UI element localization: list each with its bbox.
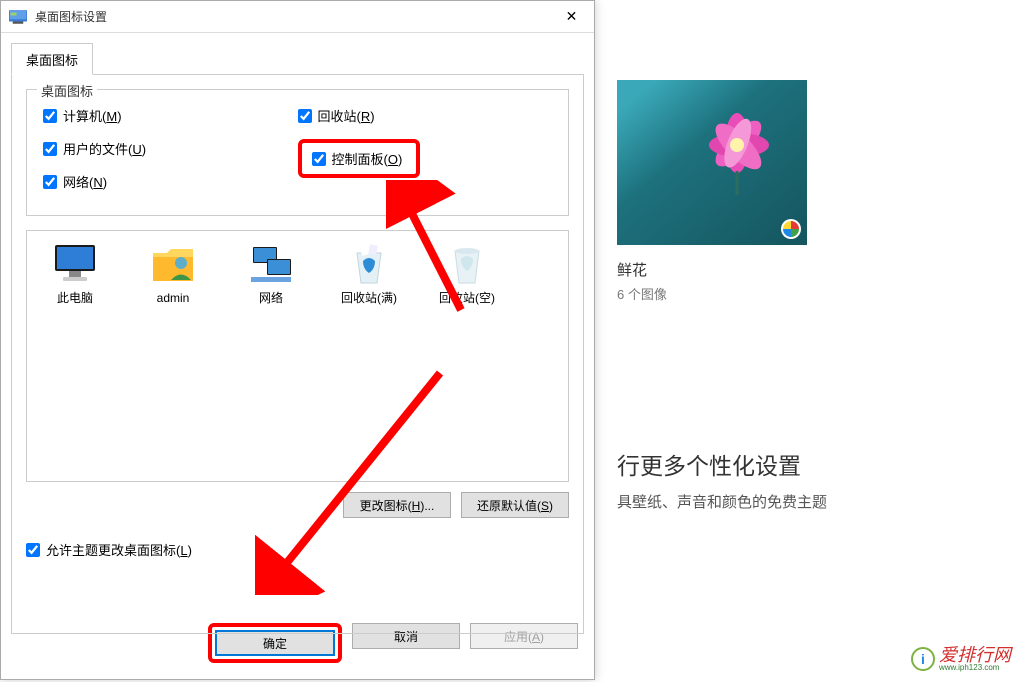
user-folder-icon: [149, 243, 197, 285]
personalization-sub: 具壁纸、声音和颜色的免费主题: [617, 491, 1007, 512]
arrow-to-ok: [255, 365, 455, 595]
window-icon: [9, 10, 27, 24]
theme-subtitle: 6 个图像: [617, 284, 1007, 303]
checkbox-computer-input[interactable]: [43, 109, 57, 123]
checkbox-computer[interactable]: 计算机(M): [43, 106, 298, 125]
theme-title: 鲜花: [617, 259, 1007, 280]
checkbox-network[interactable]: 网络(N): [43, 172, 298, 191]
checkbox-userfiles[interactable]: 用户的文件(U): [43, 139, 298, 158]
watermark: i 爱排行网 www.iph123.com: [911, 646, 1011, 672]
tab-desktop-icons[interactable]: 桌面图标: [11, 43, 93, 75]
watermark-logo: i: [911, 647, 935, 671]
icon-item-admin[interactable]: admin: [137, 243, 209, 469]
computer-icon: [51, 243, 99, 285]
flower-image: [687, 95, 787, 195]
network-icon: [247, 243, 295, 285]
title-bar: 桌面图标设置 ✕: [1, 1, 594, 33]
window-title: 桌面图标设置: [35, 8, 549, 25]
watermark-url: www.iph123.com: [939, 664, 1011, 672]
close-button[interactable]: ✕: [549, 1, 594, 33]
watermark-name: 爱排行网: [939, 646, 1011, 664]
highlight-controlpanel: 控制面板(O): [298, 139, 421, 178]
theme-thumbnail[interactable]: [617, 80, 807, 245]
checkbox-controlpanel[interactable]: 控制面板(O): [312, 149, 403, 168]
group-title: 桌面图标: [37, 81, 97, 100]
theme-panel: 鲜花 6 个图像 行更多个性化设置 具壁纸、声音和颜色的免费主题: [617, 80, 1007, 512]
desktop-icons-group: 桌面图标 计算机(M) 用户的文件(U) 网络(N): [26, 89, 569, 216]
checkbox-network-input[interactable]: [43, 175, 57, 189]
restore-default-button[interactable]: 还原默认值(S): [461, 492, 569, 518]
checkbox-userfiles-input[interactable]: [43, 142, 57, 156]
checkbox-controlpanel-input[interactable]: [312, 152, 326, 166]
arrow-to-controlpanel: [386, 180, 476, 320]
pinwheel-icon: [781, 219, 801, 239]
icon-item-thispc[interactable]: 此电脑: [39, 243, 111, 469]
allow-theme-checkbox-input[interactable]: [26, 543, 40, 557]
personalization-heading: 行更多个性化设置: [617, 447, 1007, 481]
checkbox-recyclebin[interactable]: 回收站(R): [298, 106, 553, 125]
checkbox-recyclebin-input[interactable]: [298, 109, 312, 123]
